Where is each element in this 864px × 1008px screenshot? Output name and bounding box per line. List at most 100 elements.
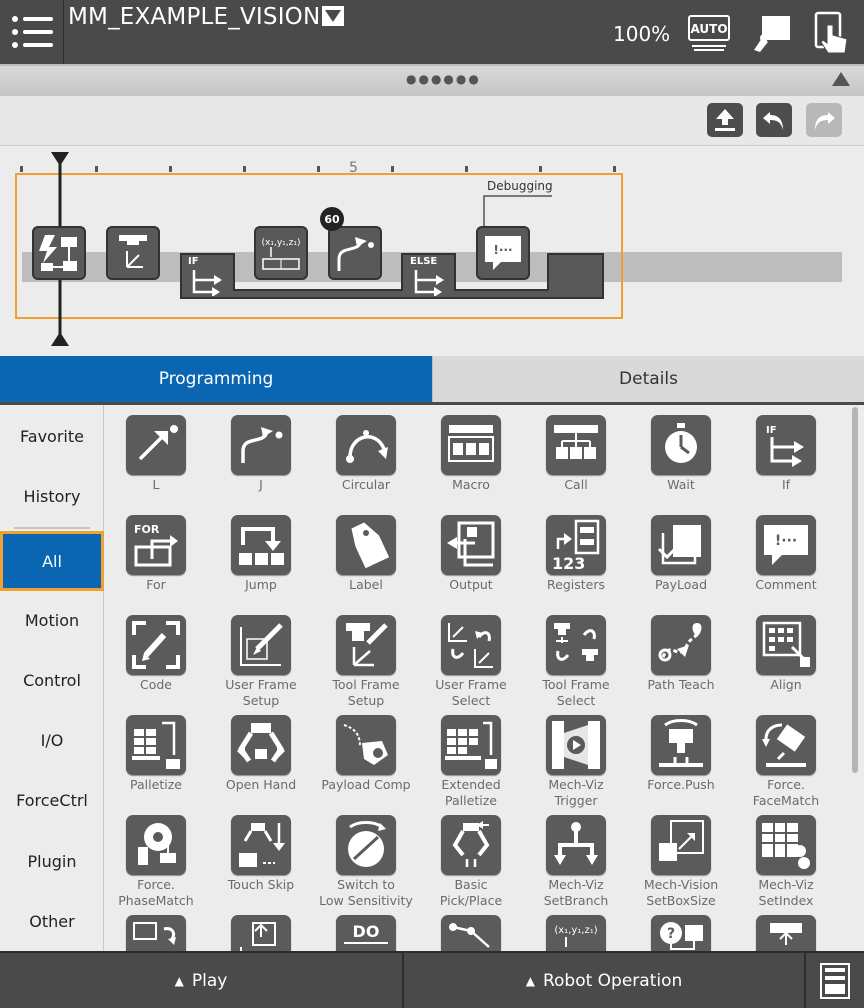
- palette-item-position[interactable]: (x₁,y₁,z₁): [524, 915, 628, 951]
- palette-item-label: Mech-Viz SetBranch: [543, 877, 609, 908]
- svg-text:(x₁,y₁,z₁): (x₁,y₁,z₁): [554, 925, 597, 936]
- palette-icon-tile: [336, 615, 396, 675]
- svg-text:!···: !···: [493, 243, 512, 257]
- palette-icon-tile: [441, 815, 501, 875]
- joint-move-icon: [241, 427, 283, 463]
- timeline-block-start[interactable]: [32, 226, 86, 280]
- category-plugin[interactable]: Plugin: [0, 833, 104, 889]
- palette-item-align[interactable]: Align: [734, 615, 838, 693]
- palette-item-user-frame-select[interactable]: User Frame Select: [419, 615, 523, 709]
- category-other[interactable]: Other: [0, 893, 104, 949]
- palette-item-force-phasematch[interactable]: Force. PhaseMatch: [104, 815, 208, 909]
- speed-indicator[interactable]: 100%: [613, 22, 670, 46]
- palette-item-force-facematch[interactable]: Force. FaceMatch: [734, 715, 838, 809]
- program-timeline-canvas[interactable]: 5 Debugging IF (x₁,y₁,z₁) 60 ELSE !···: [0, 146, 864, 356]
- timeline-block-position[interactable]: (x₁,y₁,z₁): [254, 226, 308, 280]
- timeline-block-tool[interactable]: [106, 226, 160, 280]
- palette-item-mech-viz-trigger[interactable]: Mech-Viz Trigger: [524, 715, 628, 809]
- palette-item-do[interactable]: DO: [314, 915, 418, 951]
- category-forcectrl[interactable]: ForceCtrl: [0, 772, 104, 828]
- palette-item-low-sensitivity[interactable]: Switch to Low Sensitivity: [314, 815, 418, 909]
- timeline-block-comment[interactable]: !···: [476, 226, 530, 280]
- palette-item-touch-skip[interactable]: Touch Skip: [209, 815, 313, 893]
- palette-item-extended-palletize[interactable]: Extended Palletize: [419, 715, 523, 809]
- palette-item-payload[interactable]: PayLoad: [629, 515, 733, 593]
- palette-item-user-frame[interactable]: [104, 915, 208, 951]
- palette-item-path[interactable]: [419, 915, 523, 951]
- palette-item-tag[interactable]: Label: [314, 515, 418, 593]
- palette-item-label: J: [259, 477, 263, 492]
- palette-item-macro[interactable]: Macro: [419, 415, 523, 493]
- svg-text:IF: IF: [766, 425, 777, 436]
- palette-item-label: Force.Push: [647, 777, 715, 792]
- palette-icon-tile: [546, 715, 606, 775]
- palette-item-move[interactable]: [734, 915, 838, 951]
- redo-button[interactable]: [806, 103, 842, 137]
- io-panel-button[interactable]: [806, 953, 864, 1008]
- palette-item-offset[interactable]: [209, 915, 313, 951]
- palette-icon-tile: [441, 515, 501, 575]
- palette-item-joint-move[interactable]: J: [209, 415, 313, 493]
- if-block-label: IF: [188, 256, 199, 267]
- ruler-mark: 5: [349, 160, 358, 176]
- tab-details[interactable]: Details: [432, 356, 864, 402]
- touch-control-button[interactable]: [808, 10, 854, 56]
- category-io[interactable]: I/O: [0, 712, 104, 768]
- palette-item-open-hand[interactable]: Open Hand: [209, 715, 313, 793]
- collapse-arrow-icon[interactable]: [832, 72, 850, 86]
- program-flow-icon: [39, 235, 77, 271]
- palette-item-for-loop[interactable]: FOR For: [104, 515, 208, 593]
- palette-item-set-branch[interactable]: Mech-Viz SetBranch: [524, 815, 628, 909]
- palette-item-linear-move[interactable]: L: [104, 415, 208, 493]
- palette-icon-tile: [651, 415, 711, 475]
- palette-item-force-push[interactable]: Force.Push: [629, 715, 733, 793]
- palette-item-help[interactable]: ?: [629, 915, 733, 951]
- play-button[interactable]: ▲ Play: [0, 953, 402, 1008]
- palette-icon-tile: [546, 615, 606, 675]
- palette-item-jump[interactable]: Jump: [209, 515, 313, 593]
- category-history[interactable]: History: [0, 468, 104, 524]
- payload-icon: [657, 525, 701, 565]
- palette-item-stopwatch[interactable]: Wait: [629, 415, 733, 493]
- tool-frame-icon: [119, 235, 147, 268]
- palette-item-label: User Frame Select: [435, 677, 507, 708]
- do-icon: DO: [344, 922, 388, 944]
- palette-item-label: Comment: [755, 577, 817, 592]
- category-favorite[interactable]: Favorite: [0, 408, 104, 464]
- circular-move-icon: [346, 430, 388, 463]
- palette-item-code[interactable]: Code: [104, 615, 208, 693]
- else-block-label: ELSE: [410, 256, 438, 267]
- palette-item-circular-move[interactable]: Circular: [314, 415, 418, 493]
- touch-skip-icon: [239, 823, 285, 867]
- palette-item-output[interactable]: Output: [419, 515, 523, 593]
- palette-item-palletize[interactable]: Palletize: [104, 715, 208, 793]
- palette-item-pick-place[interactable]: Basic Pick/Place: [419, 815, 523, 909]
- palette-item-set-index[interactable]: Mech-Viz SetIndex: [734, 815, 838, 909]
- robot-operation-button[interactable]: ▲ Robot Operation: [404, 953, 804, 1008]
- palette-item-tool-frame-select[interactable]: Tool Frame Select: [524, 615, 628, 709]
- upload-button[interactable]: [707, 103, 743, 137]
- palette-item-tool-frame-setup[interactable]: Tool Frame Setup: [314, 615, 418, 709]
- category-motion[interactable]: Motion: [0, 592, 104, 648]
- category-all[interactable]: All: [0, 531, 104, 591]
- palette-item-payload-comp[interactable]: Payload Comp: [314, 715, 418, 793]
- palette-item-path-teach[interactable]: Path Teach: [629, 615, 733, 693]
- palette-item-user-frame-setup[interactable]: User Frame Setup: [209, 615, 313, 709]
- palette-scrollbar[interactable]: [852, 407, 858, 773]
- teach-pendant-button[interactable]: [748, 10, 794, 56]
- palette-item-set-box-size[interactable]: Mech-Vision SetBoxSize: [629, 815, 733, 909]
- palette-icon-tile: [441, 915, 501, 951]
- program-selector[interactable]: MM_EXAMPLE_VISION: [68, 4, 345, 30]
- tab-programming[interactable]: Programming: [0, 356, 432, 402]
- force-push-icon: [659, 719, 703, 767]
- main-menu-button[interactable]: [0, 0, 64, 64]
- palette-item-call[interactable]: Call: [524, 415, 628, 493]
- undo-button[interactable]: [756, 103, 792, 137]
- timeline-block-j-move[interactable]: [328, 226, 382, 280]
- palette-item-registers[interactable]: 123 Registers: [524, 515, 628, 593]
- palette-item-comment[interactable]: !··· Comment: [734, 515, 838, 593]
- palette-item-if[interactable]: IF If: [734, 415, 838, 493]
- auto-mode-button[interactable]: AUTO: [686, 10, 732, 56]
- category-control[interactable]: Control: [0, 652, 104, 708]
- call-icon: [554, 425, 598, 459]
